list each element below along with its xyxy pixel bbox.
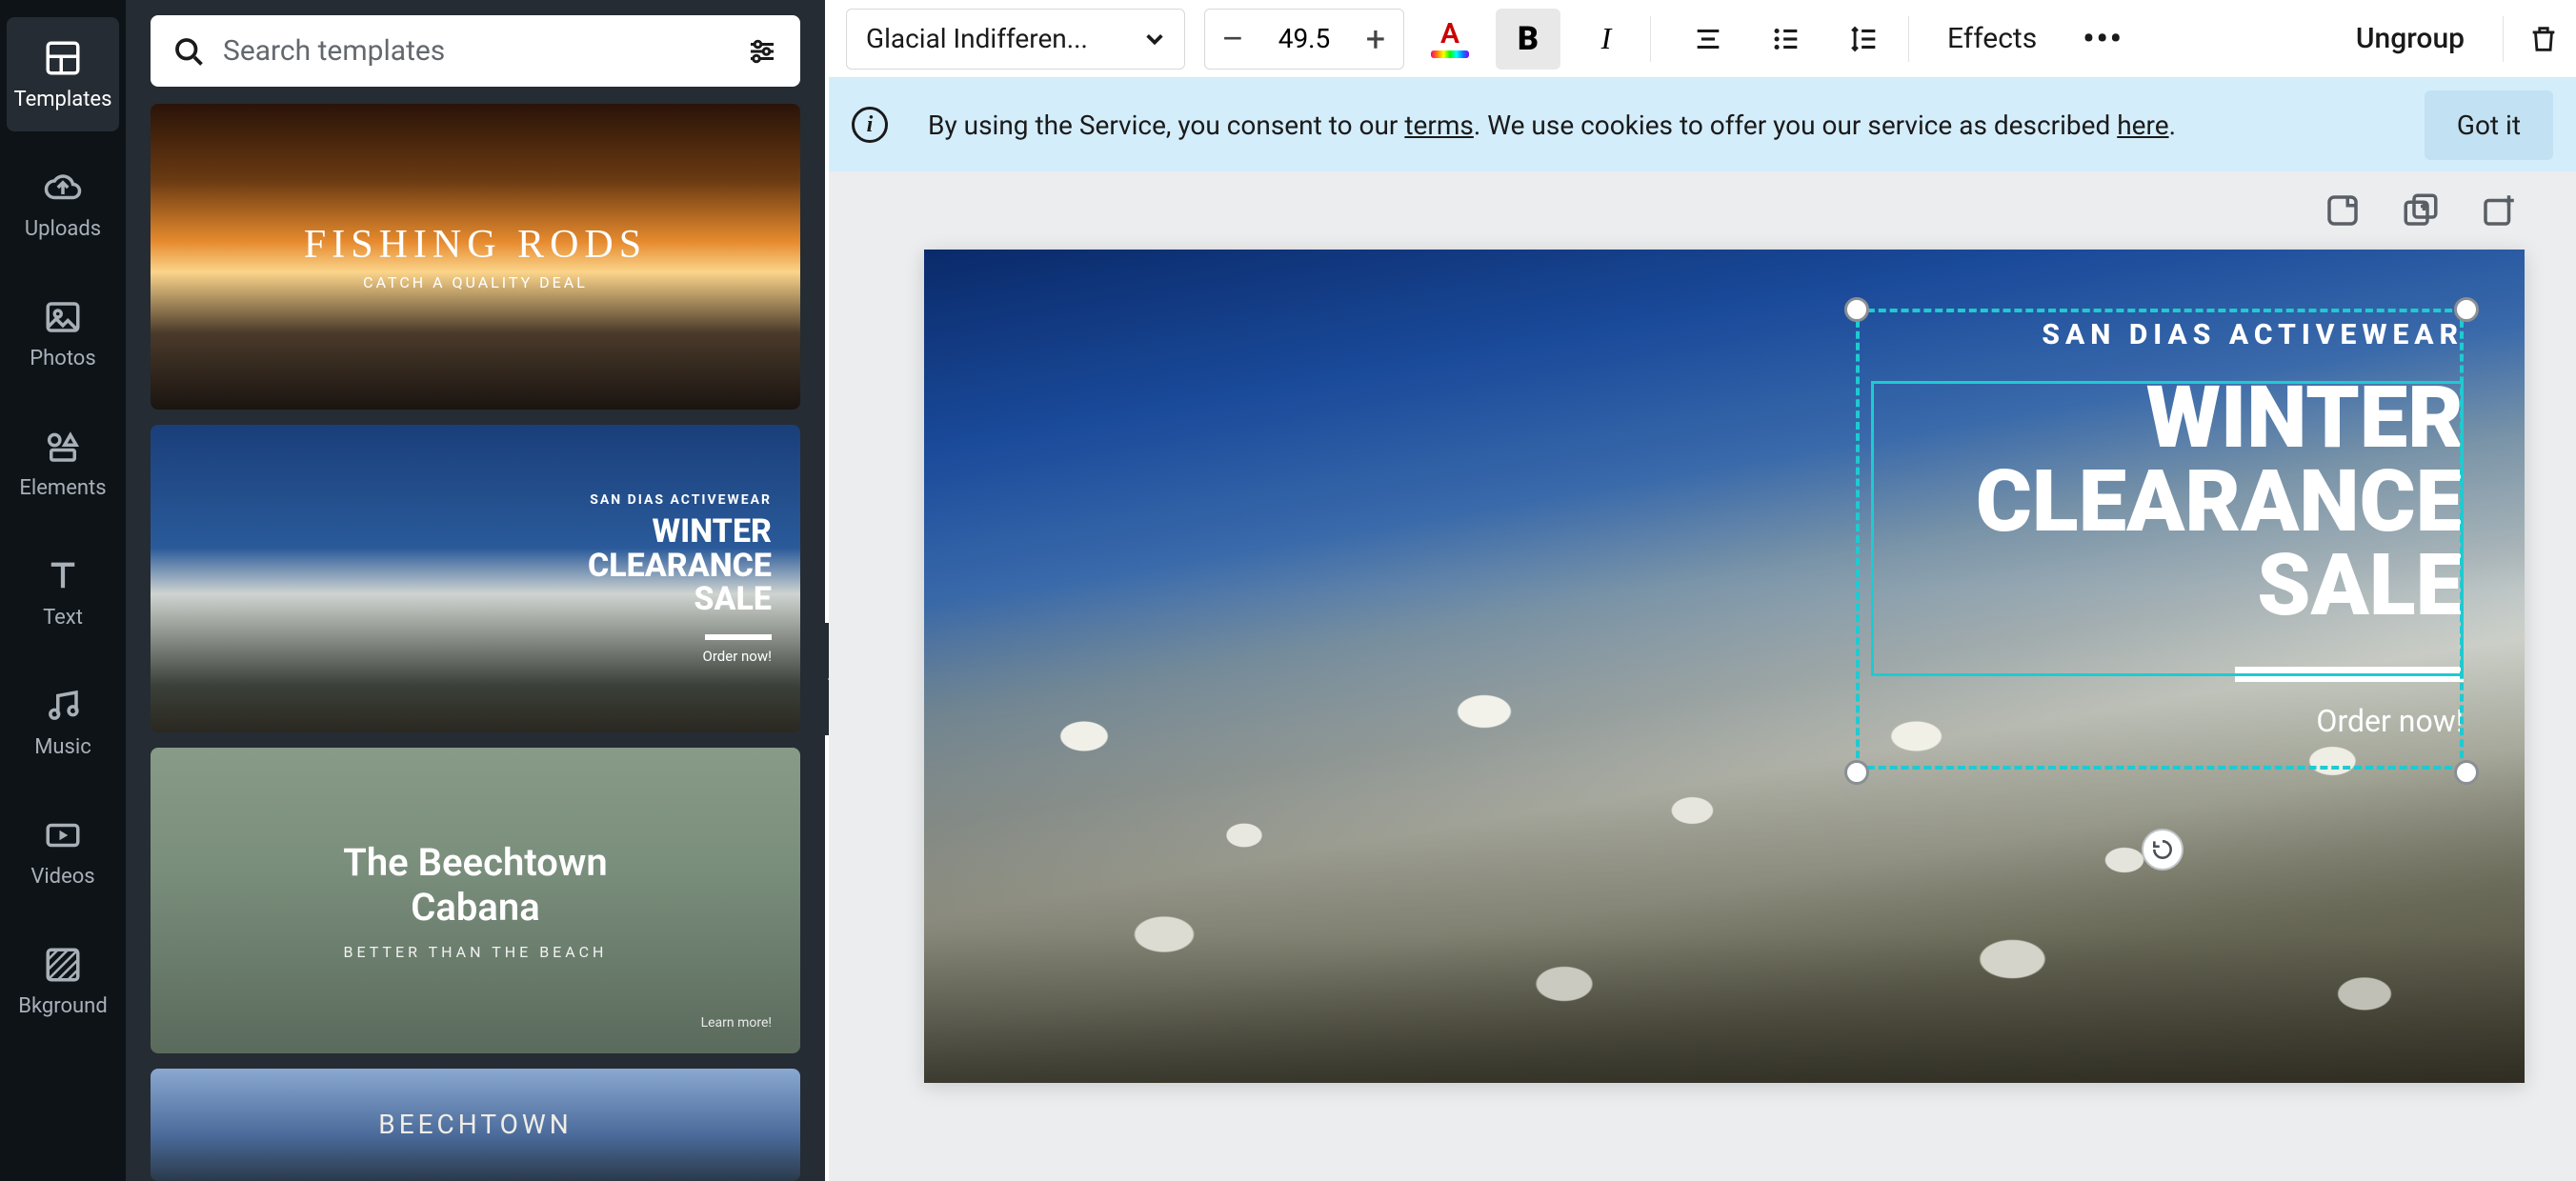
font-size-decrease[interactable]: – — [1205, 10, 1260, 69]
ungroup-button[interactable]: Ungroup — [2329, 22, 2491, 55]
text-color-a-icon: A — [1440, 20, 1459, 49]
add-page-icon[interactable] — [2479, 190, 2519, 230]
template-title: The Beechtown Cabana — [343, 840, 607, 930]
template-headline: WINTER CLEARANCE SALE — [588, 515, 772, 617]
bold-button[interactable]: B — [1496, 9, 1560, 70]
color-spectrum-icon — [1431, 50, 1469, 58]
got-it-button[interactable]: Got it — [2425, 90, 2553, 160]
align-icon — [1692, 23, 1724, 55]
page-tools — [2323, 190, 2519, 230]
list-button[interactable] — [1754, 9, 1819, 70]
font-size-increase[interactable]: + — [1348, 10, 1403, 69]
rail-photos[interactable]: Photos — [7, 276, 119, 390]
info-icon: i — [852, 107, 888, 143]
font-size-input[interactable] — [1260, 23, 1348, 54]
font-size-group: – + — [1204, 9, 1404, 70]
font-selector[interactable]: Glacial Indifferen... — [846, 9, 1185, 70]
rail-uploads[interactable]: Uploads — [7, 147, 119, 261]
rail-elements[interactable]: Elements — [7, 406, 119, 520]
rail-label: Videos — [30, 865, 94, 889]
italic-button[interactable]: I — [1574, 9, 1639, 70]
photo-icon — [43, 297, 83, 337]
effects-button[interactable]: Effects — [1921, 9, 2063, 70]
shapes-icon — [43, 427, 83, 467]
template-subtitle: CATCH A QUALITY DEAL — [363, 273, 588, 291]
rail-label: Text — [43, 606, 83, 630]
resize-handle-ne[interactable] — [2454, 297, 2479, 322]
template-card[interactable]: SAN DIAS ACTIVEWEAR WINTER CLEARANCE SAL… — [151, 425, 800, 731]
template-title: FISHING RODS — [304, 222, 647, 268]
here-link[interactable]: here — [2117, 110, 2168, 141]
rail-music[interactable]: Music — [7, 665, 119, 779]
terms-link[interactable]: terms — [1404, 110, 1474, 141]
template-link: Learn more! — [701, 1015, 772, 1031]
chevron-down-icon — [1144, 29, 1165, 50]
rail-label: Photos — [30, 347, 95, 370]
rail-text[interactable]: Text — [7, 535, 119, 650]
text-toolbar: Glacial Indifferen... – + A B I Effects … — [829, 0, 2576, 78]
hatch-icon — [43, 945, 83, 985]
trash-icon — [2527, 21, 2560, 57]
element-selection-box — [1871, 381, 2464, 676]
rail-templates[interactable]: Templates — [7, 17, 119, 131]
template-title: BEECHTOWN — [378, 1109, 572, 1140]
rail-label: Bkground — [18, 994, 107, 1018]
templates-icon — [43, 38, 83, 78]
rail-label: Templates — [14, 88, 112, 111]
templates-panel: FISHING RODS CATCH A QUALITY DEAL SAN DI… — [126, 0, 825, 1181]
template-card[interactable]: BEECHTOWN — [151, 1069, 800, 1181]
music-icon — [43, 686, 83, 726]
sliders-icon[interactable] — [745, 34, 779, 69]
video-icon — [43, 815, 83, 855]
separator — [1908, 16, 1909, 62]
delete-button[interactable] — [2515, 9, 2572, 70]
cloud-upload-icon — [43, 168, 83, 208]
list-icon — [1770, 23, 1802, 55]
canvas-area: SAN DIAS ACTIVEWEAR WINTER CLEARANCE SAL… — [829, 171, 2576, 1181]
duplicate-page-icon[interactable] — [2401, 190, 2441, 230]
template-cta: Order now! — [703, 648, 772, 665]
rotate-handle[interactable] — [2142, 829, 2184, 871]
design-canvas[interactable]: SAN DIAS ACTIVEWEAR WINTER CLEARANCE SAL… — [924, 250, 2525, 1083]
template-divider — [705, 634, 772, 640]
font-name: Glacial Indifferen... — [866, 23, 1088, 54]
side-rail: Templates Uploads Photos Elements Text M… — [0, 0, 126, 1181]
rail-label: Music — [34, 735, 91, 759]
text-icon — [43, 556, 83, 596]
template-list: FISHING RODS CATCH A QUALITY DEAL SAN DI… — [151, 104, 800, 1181]
search-icon — [171, 34, 206, 69]
rail-videos[interactable]: Videos — [7, 794, 119, 909]
resize-handle-nw[interactable] — [1844, 297, 1869, 322]
separator — [1650, 16, 1651, 62]
rotate-icon — [2150, 837, 2175, 862]
cookie-notice: i By using the Service, you consent to o… — [829, 78, 2576, 171]
template-subtitle: BETTER THAN THE BEACH — [344, 943, 608, 961]
resize-handle-sw[interactable] — [1844, 760, 1869, 785]
rail-label: Uploads — [25, 217, 101, 241]
spacing-icon — [1848, 23, 1881, 55]
notes-icon[interactable] — [2323, 190, 2363, 230]
text-color-button[interactable]: A — [1418, 9, 1482, 70]
resize-handle-se[interactable] — [2454, 760, 2479, 785]
search-input[interactable] — [223, 34, 728, 68]
separator — [2503, 16, 2504, 62]
rail-background[interactable]: Bkground — [7, 924, 119, 1038]
search-bar — [151, 15, 800, 87]
spacing-button[interactable] — [1832, 9, 1897, 70]
template-card[interactable]: The Beechtown Cabana BETTER THAN THE BEA… — [151, 748, 800, 1053]
template-card[interactable]: FISHING RODS CATCH A QUALITY DEAL — [151, 104, 800, 410]
rail-label: Elements — [19, 476, 106, 500]
more-button[interactable]: ••• — [2063, 20, 2143, 58]
notice-text: By using the Service, you consent to our… — [928, 110, 2176, 141]
template-brand: SAN DIAS ACTIVEWEAR — [590, 492, 772, 508]
align-button[interactable] — [1676, 9, 1741, 70]
